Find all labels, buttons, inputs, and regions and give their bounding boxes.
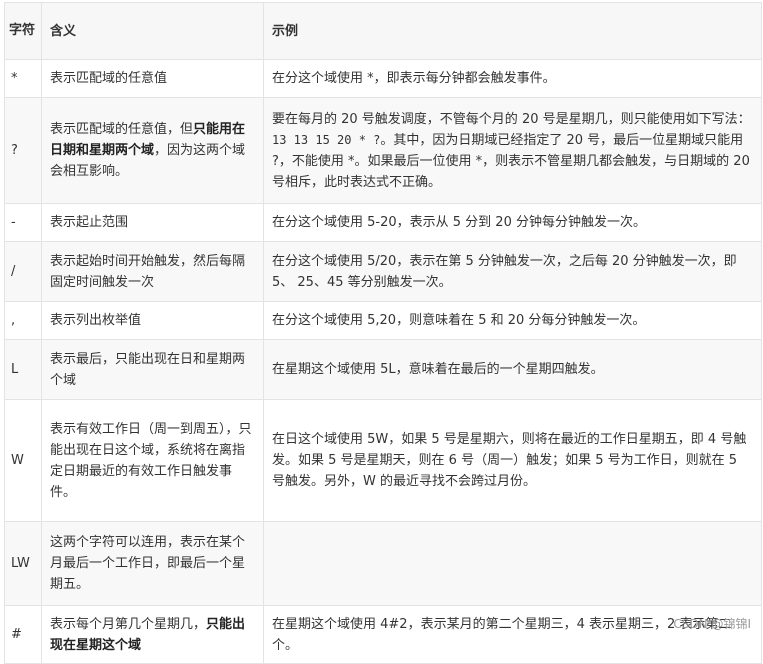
cell-example — [263, 521, 762, 606]
cell-symbol: ? — [4, 97, 42, 204]
cell-meaning: 表示列出枚举值 — [41, 301, 264, 340]
example-text: 在分这个域使用 5/20，表示在第 5 分钟触发一次，之后每 20 分钟触发一次… — [272, 253, 737, 290]
cell-example: 在日这个域使用 5W，如果 5 号是星期六，则将在最近的工作日星期五，即 4 号… — [263, 399, 762, 522]
header-symbol: 字符 — [4, 2, 42, 60]
cell-meaning: 表示有效工作日（周一到周五），只能出现在日这个域，系统将在离指定日期最近的有效工… — [41, 399, 264, 522]
example-text: 在分这个域使用 5-20，表示从 5 分到 20 分钟每分钟触发一次。 — [272, 215, 646, 230]
cell-meaning: 表示匹配域的任意值 — [41, 59, 264, 98]
cell-meaning: 表示最后，只能出现在日和星期两个域 — [41, 339, 264, 400]
cell-example: 要在每月的 20 号触发调度，不管每个月的 20 号是星期几，则只能使用如下写法… — [263, 97, 762, 204]
cell-example: 在分这个域使用 5,20，则意味着在 5 和 20 分每分钟触发一次。 — [263, 301, 762, 340]
cell-meaning: 表示起始时间开始触发，然后每隔固定时间触发一次 — [41, 241, 264, 302]
cell-symbol: , — [4, 301, 42, 340]
example-text: 在日这个域使用 5W，如果 5 号是星期六，则将在最近的工作日星期五，即 4 号… — [272, 432, 747, 489]
table-row: ? 表示匹配域的任意值，但只能用在日期和星期两个域，因为这两个域会相互影响。 要在每… — [4, 97, 762, 204]
table-row: LW 这两个字符可以连用，表示在某个月最后一个工作日，即最后一个星期五。 — [4, 521, 762, 606]
meaning-text: 表示有效工作日（周一到周五），只能出现在日这个域，系统将在离指定日期最近的有效工… — [50, 421, 252, 500]
example-text: 在分这个域使用 *，即表示每分钟都会触发事件。 — [272, 71, 556, 86]
meaning-text: 表示列出枚举值 — [50, 313, 142, 328]
cell-meaning: 表示每个月第几个星期几，只能出现在星期这个域 — [41, 605, 264, 664]
table-row: / 表示起始时间开始触发，然后每隔固定时间触发一次 在分这个域使用 5/20，表示在… — [4, 241, 762, 302]
meaning-text: 表示最后，只能出现在日和星期两个域 — [50, 351, 246, 388]
example-text: 在星期这个域使用 5L，意味着在最后的一个星期四触发。 — [272, 362, 604, 377]
table-row: # 表示每个月第几个星期几，只能出现在星期这个域 在星期这个域使用 4#2，表示某月… — [4, 605, 762, 664]
cron-special-chars-table: 字符 含义 示例 * 表示匹配域的任意值 在分这个域使用 *，即表示每分钟都会触发事… — [4, 2, 762, 664]
example-text: 在星期这个域使用 4#2，表示某月的第二个星期三，4 表示星期三，2 表示第二个… — [272, 616, 732, 653]
table-row: - 表示起止范围 在分这个域使用 5-20，表示从 5 分到 20 分钟每分钟触发一… — [4, 203, 762, 242]
table-row: L 表示最后，只能出现在日和星期两个域 在星期这个域使用 5L，意味着在最后的一个星… — [4, 339, 762, 400]
meaning-text: 表示匹配域的任意值 — [50, 71, 168, 86]
example-text: 在分这个域使用 5,20，则意味着在 5 和 20 分每分钟触发一次。 — [272, 313, 646, 328]
cell-example: 在分这个域使用 5-20，表示从 5 分到 20 分钟每分钟触发一次。 — [263, 203, 762, 242]
cell-symbol: # — [4, 605, 42, 664]
meaning-text: 表示每个月第几个星期几， — [50, 616, 207, 632]
header-example: 示例 — [263, 2, 762, 60]
header-meaning: 含义 — [41, 2, 264, 60]
example-code: 13 13 15 20 * ? — [272, 132, 381, 147]
table-row: W 表示有效工作日（周一到周五），只能出现在日这个域，系统将在离指定日期最近的有效… — [4, 399, 762, 522]
cell-symbol: L — [4, 339, 42, 400]
cell-symbol: W — [4, 399, 42, 522]
meaning-text: 这两个字符可以连用，表示在某个月最后一个工作日，即最后一个星期五。 — [50, 535, 246, 592]
cell-meaning: 表示匹配域的任意值，但只能用在日期和星期两个域，因为这两个域会相互影响。 — [41, 97, 264, 204]
table-row: , 表示列出枚举值 在分这个域使用 5,20，则意味着在 5 和 20 分每分钟触发… — [4, 301, 762, 340]
cell-symbol: LW — [4, 521, 42, 606]
meaning-text: 表示起止范围 — [50, 215, 129, 230]
cell-example: 在分这个域使用 5/20，表示在第 5 分钟触发一次，之后每 20 分钟触发一次… — [263, 241, 762, 302]
cell-meaning: 表示起止范围 — [41, 203, 264, 242]
table-header-row: 字符 含义 示例 — [4, 2, 762, 60]
cell-meaning: 这两个字符可以连用，表示在某个月最后一个工作日，即最后一个星期五。 — [41, 521, 264, 606]
table-row: * 表示匹配域的任意值 在分这个域使用 *，即表示每分钟都会触发事件。 — [4, 59, 762, 98]
cell-example: 在分这个域使用 *，即表示每分钟都会触发事件。 — [263, 59, 762, 98]
cell-symbol: / — [4, 241, 42, 302]
cell-example: 在星期这个域使用 5L，意味着在最后的一个星期四触发。 — [263, 339, 762, 400]
csdn-watermark: CSDN @锦锦I — [673, 617, 751, 631]
example-text: 要在每月的 20 号触发调度，不管每个月的 20 号是星期几，则只能使用如下写法… — [272, 111, 751, 127]
cell-symbol: * — [4, 59, 42, 98]
meaning-text: 表示匹配域的任意值，但 — [50, 122, 194, 137]
meaning-text: 表示起始时间开始触发，然后每隔固定时间触发一次 — [50, 253, 246, 290]
cell-symbol: - — [4, 203, 42, 242]
